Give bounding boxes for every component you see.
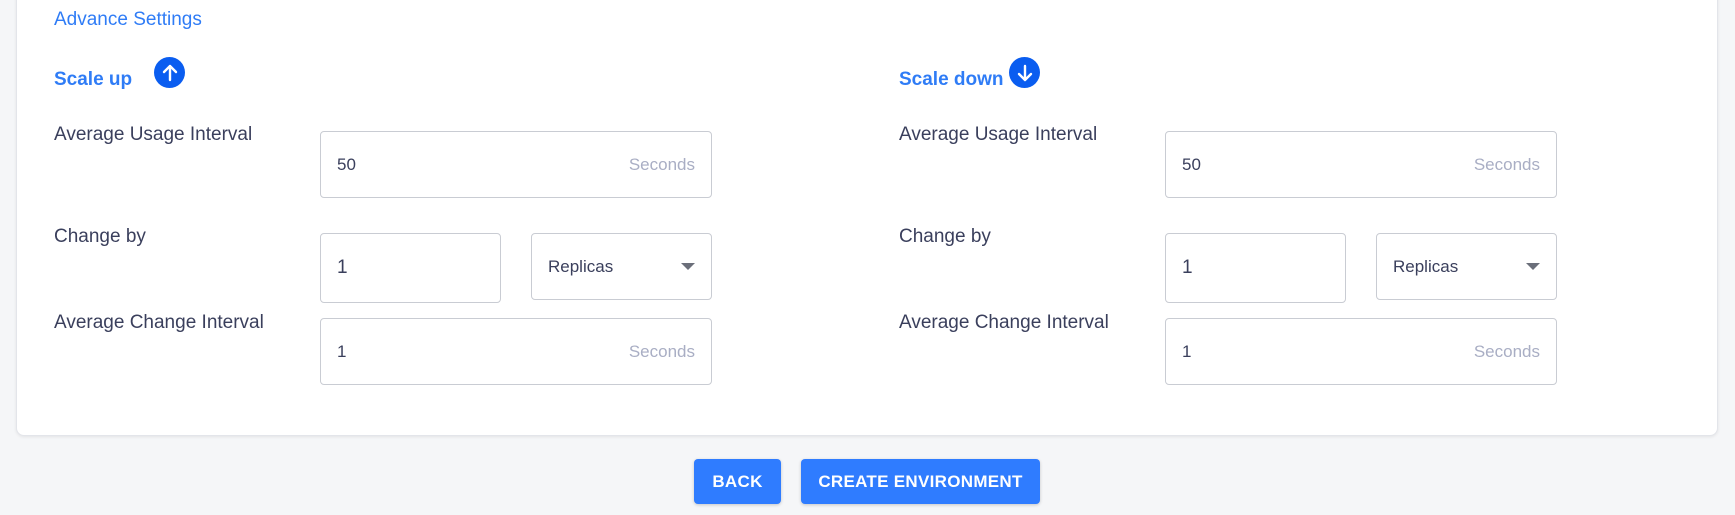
scale-up-avg-change-unit: Seconds xyxy=(628,341,695,361)
scale-up-avg-change-value[interactable]: 1 xyxy=(337,342,629,362)
scale-up-avg-usage-unit: Seconds xyxy=(628,154,695,174)
scale-up-change-by-input[interactable]: 1 xyxy=(320,233,501,303)
scale-up-change-by-label: Change by xyxy=(54,226,146,247)
scale-down-avg-usage-value[interactable]: 50 xyxy=(1182,155,1474,175)
scale-down-change-by-label: Change by xyxy=(899,226,991,247)
scale-down-title: Scale down xyxy=(899,69,1004,90)
scale-up-title: Scale up xyxy=(54,69,133,90)
chevron-down-icon xyxy=(681,263,695,270)
scale-down-avg-usage-unit: Seconds xyxy=(1473,154,1540,174)
scale-down-avg-change-label: Average Change Interval xyxy=(899,312,1109,333)
scale-down-avg-usage-input[interactable]: 50 Seconds xyxy=(1165,131,1557,198)
scale-down-avg-change-value[interactable]: 1 xyxy=(1182,342,1474,362)
chevron-down-icon xyxy=(1526,263,1540,270)
advanced-settings-card: Advance Settings Scale up Average Usage … xyxy=(16,0,1718,436)
scale-down-avg-change-unit: Seconds xyxy=(1473,341,1540,361)
advanced-settings-title: Advance Settings xyxy=(54,9,202,30)
scale-up-avg-change-input[interactable]: 1 Seconds xyxy=(320,318,712,385)
create-environment-button[interactable]: CREATE ENVIRONMENT xyxy=(801,459,1040,504)
scale-down-change-by-input[interactable]: 1 xyxy=(1165,233,1346,303)
scale-up-avg-usage-label: Average Usage Interval xyxy=(54,124,253,145)
scale-up-change-by-value[interactable]: 1 xyxy=(337,257,484,279)
scale-up-avg-usage-value[interactable]: 50 xyxy=(337,155,629,175)
scale-up-avg-change-label: Average Change Interval xyxy=(54,312,264,333)
scale-down-avg-change-input[interactable]: 1 Seconds xyxy=(1165,318,1557,385)
back-button[interactable]: BACK xyxy=(694,459,781,504)
scale-down-change-by-unit-value: Replicas xyxy=(1393,256,1459,276)
scale-down-avg-usage-label: Average Usage Interval xyxy=(899,124,1098,145)
scale-up-avg-usage-input[interactable]: 50 Seconds xyxy=(320,131,712,198)
scale-down-change-by-unit-select[interactable]: Replicas xyxy=(1376,233,1557,300)
scale-down-change-by-value[interactable]: 1 xyxy=(1182,257,1329,279)
scale-up-change-by-unit-value: Replicas xyxy=(548,256,614,276)
scale-up-change-by-unit-select[interactable]: Replicas xyxy=(531,233,712,300)
arrow-up-circle-icon xyxy=(154,57,185,88)
arrow-down-circle-icon xyxy=(1009,57,1040,88)
